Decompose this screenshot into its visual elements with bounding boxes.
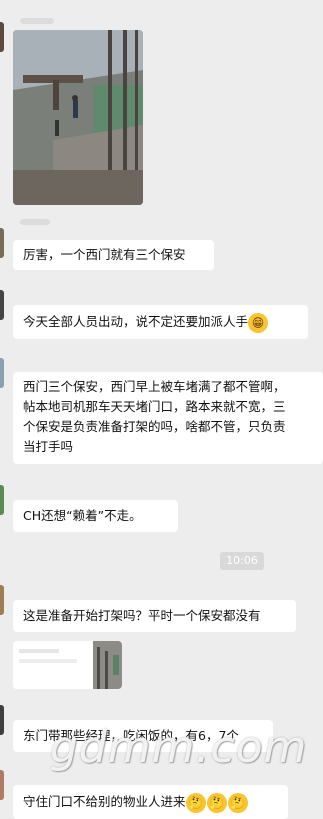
avatar[interactable]	[0, 485, 4, 515]
shared-photo[interactable]	[13, 30, 143, 205]
message-text-2: 今天全部人员出动，说不定还要加派人手	[23, 314, 249, 329]
thinking-face-emoji-icon: 🤔	[206, 792, 227, 813]
message-text-3-line: 个保安是负责准备打架的吗，啥都不管，只负责	[23, 419, 286, 434]
thumbnail-image	[13, 641, 122, 689]
avatar[interactable]	[0, 585, 4, 615]
message-bubble-1: 厉害，一个西门就有三个保安	[13, 240, 214, 270]
timestamp-badge: 10:06	[220, 552, 264, 570]
message-text-3-line: 帖本地司机那车天天堵门口，路本来就不宽，三	[23, 399, 286, 414]
message-text-3-line: 西门三个保安，西门早上被车堵满了都不管啊，	[23, 379, 286, 394]
avatar[interactable]	[0, 228, 4, 258]
thinking-face-emoji-icon: 🤔	[185, 792, 206, 813]
photo-gate-scene	[13, 30, 143, 205]
sender-name-blurred	[20, 219, 50, 225]
shared-photo-thumbnail[interactable]	[13, 641, 122, 689]
message-bubble-5: 这是准备开始打架吗？平时一个保安都没有	[13, 600, 296, 632]
avatar[interactable]	[0, 358, 4, 388]
avatar[interactable]	[0, 22, 4, 52]
avatar[interactable]	[0, 705, 4, 735]
sender-name-blurred	[20, 18, 54, 24]
message-text-4: CH还想“赖着”不走。	[23, 508, 142, 523]
message-text-3-line: 当打手吗	[23, 439, 74, 454]
message-bubble-4: CH还想“赖着”不走。	[13, 500, 178, 532]
avatar[interactable]	[0, 770, 4, 800]
message-bubble-3: 西门三个保安，西门早上被车堵满了都不管啊， 帖本地司机那车天天堵门口，路本来就不…	[13, 372, 323, 464]
message-text-5: 这是准备开始打架吗？平时一个保安都没有	[23, 608, 261, 623]
message-bubble-2: 今天全部人员出动，说不定还要加派人手 😁	[13, 305, 308, 339]
avatar[interactable]	[0, 290, 4, 320]
message-text-7: 守住门口不给别的物业人进来	[23, 794, 186, 809]
grinning-face-emoji-icon: 😁	[248, 312, 269, 333]
site-watermark: gdmm.com	[50, 722, 308, 773]
message-text-1: 厉害，一个西门就有三个保安	[23, 247, 186, 262]
message-bubble-7: 守住门口不给别的物业人进来 🤔 🤔 🤔	[13, 785, 288, 819]
thinking-face-emoji-icon: 🤔	[227, 792, 248, 813]
